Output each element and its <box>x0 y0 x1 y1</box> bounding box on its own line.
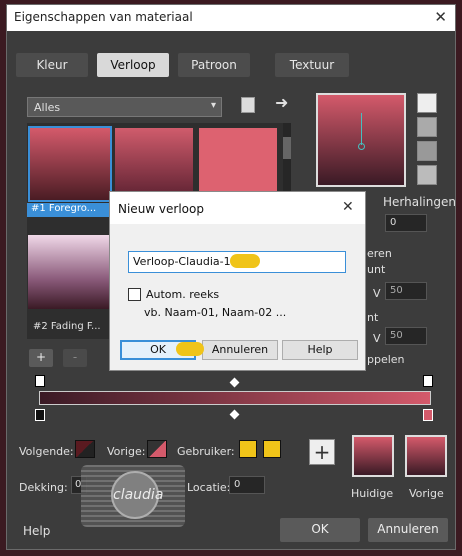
ok-button[interactable]: OK <box>280 518 360 542</box>
fragment-text-3: nt <box>367 311 379 324</box>
repetitions-spinner[interactable]: 0 <box>385 214 427 232</box>
color-stop-left[interactable] <box>35 409 45 421</box>
user-color-1[interactable] <box>239 440 257 458</box>
repetitions-value: 0 <box>390 217 397 228</box>
help-link[interactable]: Help <box>23 524 50 538</box>
watermark-logo: claudia <box>113 487 164 503</box>
fragment-text-2: unt <box>367 263 386 276</box>
gradient-swatch-fading[interactable] <box>28 235 112 309</box>
current-label: Huidige <box>351 487 394 500</box>
background: Eigenschappen van materiaal ✕ Kleur Verl… <box>0 0 462 556</box>
opacity-stop-left[interactable] <box>35 375 45 387</box>
category-dropdown[interactable]: Alles ▾ <box>27 97 222 117</box>
add-stop-button[interactable]: + <box>29 349 53 367</box>
radial-style-icon[interactable] <box>417 165 437 185</box>
location-label: Locatie: <box>187 481 231 494</box>
new-gradient-dialog: Nieuw verloop ✕ Verloop-Claudia-1 Autom.… <box>109 191 366 371</box>
gradient-swatch-3[interactable] <box>199 128 277 200</box>
opacity-stop-right[interactable] <box>423 375 433 387</box>
rectangular-style-icon[interactable] <box>417 117 437 137</box>
dialog-close-icon[interactable]: ✕ <box>342 199 354 215</box>
dialog-title-bar: Nieuw verloop ✕ <box>110 192 365 224</box>
current-swatch[interactable] <box>352 435 394 477</box>
fragment-text-1: eren <box>367 247 392 260</box>
pointing-hand-icon-2 <box>176 342 204 356</box>
gradient-swatch-1[interactable] <box>28 126 112 202</box>
name-input-value: Verloop-Claudia-1 <box>133 255 231 268</box>
spinner-2-value: 50 <box>390 330 403 341</box>
sunburst-style-icon[interactable] <box>417 141 437 161</box>
gradient-swatch-2[interactable] <box>115 128 193 200</box>
dialog-help-button[interactable]: Help <box>282 340 358 360</box>
gradient-label-2: #2 Fading F... <box>33 321 101 332</box>
spinner-1[interactable]: 50 <box>385 282 427 300</box>
v-label-2: V <box>373 332 381 345</box>
tab-verloop[interactable]: Verloop <box>97 53 169 77</box>
dialog-cancel-button[interactable]: Annuleren <box>202 340 278 360</box>
repetitions-label: Herhalingen <box>383 195 456 209</box>
dialog-title: Nieuw verloop <box>118 202 204 216</box>
auto-series-checkbox[interactable] <box>128 288 141 301</box>
fragment-text-4: ppelen <box>367 353 405 366</box>
gradient-preview[interactable] <box>316 93 406 187</box>
prev-color-swatch[interactable] <box>147 440 167 458</box>
materials-window: Eigenschappen van materiaal ✕ Kleur Verl… <box>6 4 456 550</box>
gradient-label-1: #1 Foregro... <box>27 203 114 217</box>
color-midpoint[interactable] <box>229 409 240 420</box>
arrow-right-icon[interactable]: ➜ <box>275 93 288 112</box>
gallery-options-icon[interactable] <box>241 97 255 113</box>
tab-patroon[interactable]: Patroon <box>178 53 250 77</box>
location-value: 0 <box>234 479 241 490</box>
opacity-label: Dekking: <box>19 481 68 494</box>
gradient-bar[interactable] <box>39 391 431 405</box>
auto-series-label: Autom. reeks <box>146 288 220 301</box>
user-label: Gebruiker: <box>177 445 235 458</box>
scrollbar-thumb[interactable] <box>283 137 291 159</box>
angle-handle[interactable] <box>358 143 365 150</box>
title-bar: Eigenschappen van materiaal ✕ <box>7 5 455 31</box>
next-label: Volgende: <box>19 445 74 458</box>
example-text: vb. Naam-01, Naam-02 ... <box>144 306 287 319</box>
previous-swatch[interactable] <box>405 435 447 477</box>
user-color-2[interactable] <box>263 440 281 458</box>
location-field[interactable]: 0 <box>229 476 265 494</box>
next-color-swatch[interactable] <box>75 440 95 458</box>
window-title: Eigenschappen van materiaal <box>14 10 193 24</box>
cancel-button[interactable]: Annuleren <box>368 518 448 542</box>
linear-style-icon[interactable] <box>417 93 437 113</box>
color-stop-right[interactable] <box>423 409 433 421</box>
watermark: claudia <box>81 465 185 527</box>
remove-stop-button[interactable]: - <box>63 349 87 367</box>
v-label-1: V <box>373 287 381 300</box>
opacity-midpoint[interactable] <box>229 377 240 388</box>
spinner-1-value: 50 <box>390 285 403 296</box>
close-icon[interactable]: ✕ <box>434 8 447 26</box>
spinner-2[interactable]: 50 <box>385 327 427 345</box>
angle-handle-line <box>361 113 362 145</box>
prev-label: Vorige: <box>107 445 146 458</box>
add-to-swatches-button[interactable]: + <box>309 439 335 465</box>
tab-textuur[interactable]: Textuur <box>275 53 349 77</box>
previous-label: Vorige <box>409 487 444 500</box>
tab-kleur[interactable]: Kleur <box>16 53 88 77</box>
category-value: Alles <box>34 101 61 114</box>
chevron-down-icon: ▾ <box>210 100 216 111</box>
pointing-hand-icon <box>230 254 260 268</box>
